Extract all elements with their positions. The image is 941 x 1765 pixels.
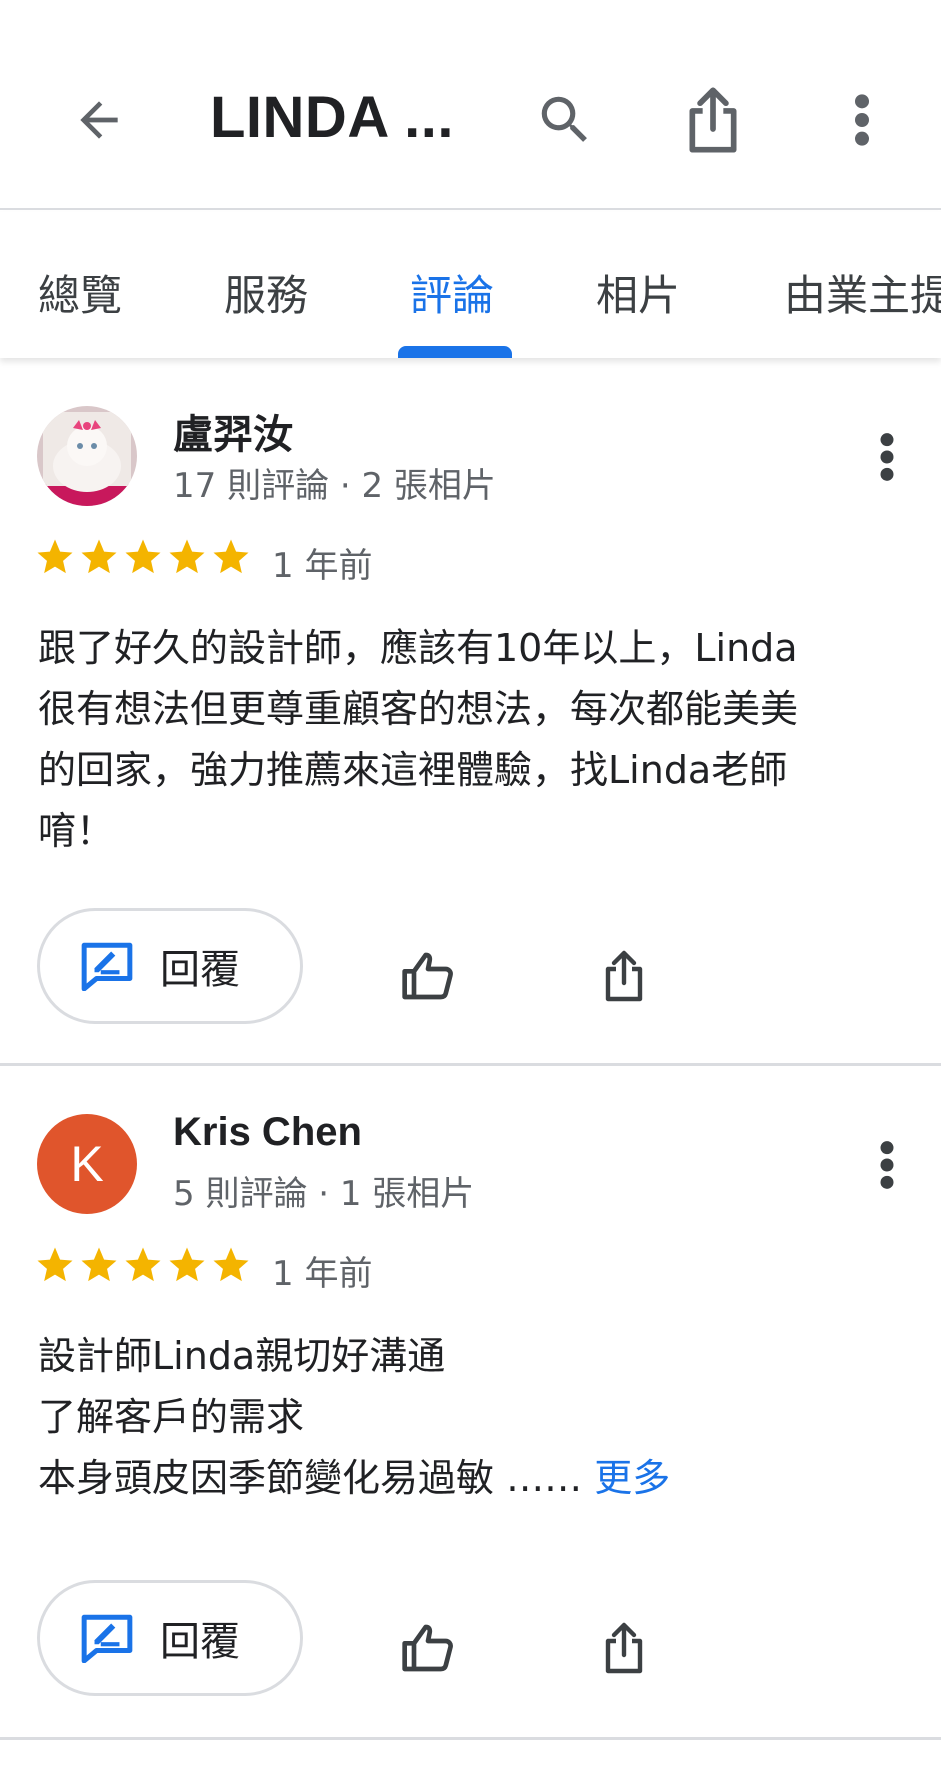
cat-avatar-icon [37,406,137,506]
page-title: LINDA ... [210,85,455,150]
review-author-meta: 5 則評論 · 1 張相片 [173,1174,475,1214]
share-review-button[interactable] [584,1608,664,1688]
reply-button[interactable]: 回覆 [37,908,303,1024]
reply-button[interactable]: 回覆 [37,1580,303,1696]
share-review-button[interactable] [584,936,664,1016]
review-time: 1 年前 [272,546,373,586]
like-button[interactable] [388,1608,468,1688]
star-icon [169,539,205,574]
search-icon [541,96,587,142]
tab-photos[interactable]: 相片 [596,262,680,323]
back-button[interactable] [54,75,144,165]
share-icon [689,87,737,153]
tab-reviews[interactable]: 評論 [410,262,494,323]
arrow-back-icon [80,101,118,139]
share-button-top[interactable] [668,75,758,165]
star-icon [125,1247,161,1282]
star-icon [125,539,161,574]
tab-from-owner[interactable]: 由業主提 [784,262,941,323]
thumb-up-icon [402,952,453,1000]
reply-label: 回覆 [160,947,240,993]
tab-overview[interactable]: 總覽 [38,262,122,323]
review-card: 盧羿汝 17 則評論 · 2 張相片 1 年前 跟了好久的設計師，應該有10年以… [0,360,941,1066]
star-rating [34,536,252,578]
review-text: 跟了好久的設計師，應該有10年以上，Linda 很有想法但更尊重顧客的想法，每次… [38,626,799,853]
reply-label: 回覆 [160,1619,240,1665]
star-icon [37,539,73,574]
review-author[interactable]: 盧羿汝 [173,402,293,460]
star-icon [213,1247,249,1282]
review-card: K Kris Chen 5 則評論 · 1 張相片 1 年前 設計師Linda親… [0,1068,941,1740]
more-options-button[interactable] [817,75,907,165]
star-icon [213,539,249,574]
read-more-link[interactable]: 更多 [594,1456,670,1500]
avatar[interactable] [37,406,137,506]
star-icon [37,1247,73,1282]
like-button[interactable] [388,936,468,1016]
more-vert-icon [880,1141,894,1189]
avatar[interactable]: K [37,1114,137,1214]
reply-icon [81,942,133,991]
review-more-button[interactable] [862,412,912,502]
reply-icon [81,1614,133,1663]
thumb-up-icon [402,1624,453,1672]
star-icon [81,539,117,574]
star-icon [169,1247,205,1282]
star-rating [34,1244,252,1286]
active-tab-indicator [398,346,512,358]
search-button[interactable] [520,75,610,165]
review-author-meta: 17 則評論 · 2 張相片 [173,466,496,506]
review-author[interactable]: Kris Chen [173,1110,362,1155]
share-icon [605,950,643,1002]
review-text-content: 設計師Linda親切好溝通 了解客戶的需求 本身頭皮因季節變化易過敏 …… [38,1334,583,1500]
share-icon [605,1622,643,1674]
tab-bar: 總覽 服務 評論 相片 由業主提 [0,212,941,358]
review-text: 設計師Linda親切好溝通 了解客戶的需求 本身頭皮因季節變化易過敏 …… 更多 [38,1326,918,1509]
review-time: 1 年前 [272,1254,373,1294]
review-more-button[interactable] [862,1120,912,1210]
star-icon [81,1247,117,1282]
more-vert-icon [855,94,869,146]
more-vert-icon [880,433,894,481]
tab-services[interactable]: 服務 [224,262,308,323]
top-app-bar: LINDA ... [0,0,941,210]
